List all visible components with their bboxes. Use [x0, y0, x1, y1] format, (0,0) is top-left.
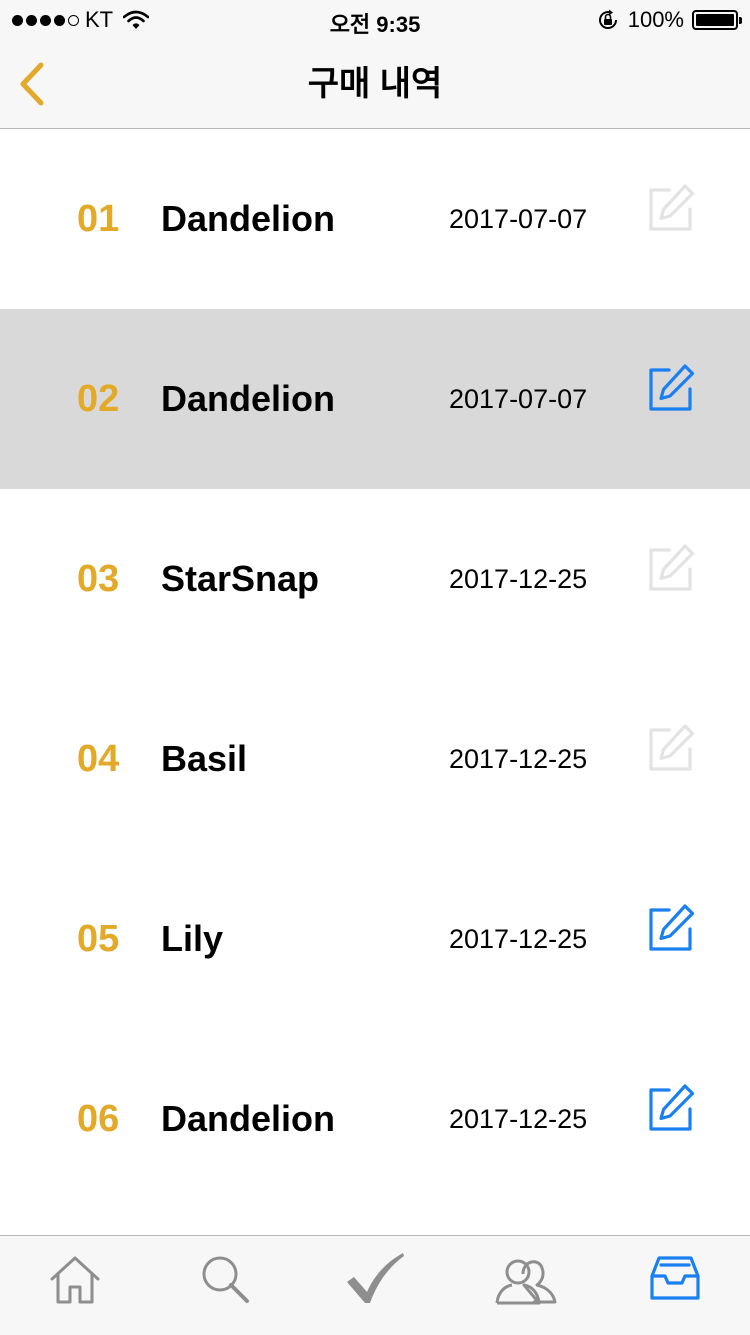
tab-home[interactable]	[45, 1250, 105, 1310]
purchase-row-01[interactable]: 01 Dandelion 2017-07-07	[0, 129, 750, 309]
purchase-number: 06	[77, 1098, 120, 1140]
purchase-row-06[interactable]: 06 Dandelion 2017-12-25	[0, 1029, 750, 1209]
rotation-lock-icon	[598, 9, 617, 29]
purchase-row-02[interactable]: 02 Dandelion 2017-07-07	[0, 309, 750, 489]
purchase-name: Dandelion	[161, 378, 336, 419]
purchase-name: Dandelion	[161, 1098, 336, 1139]
battery-percent: 100%	[627, 7, 684, 32]
checkmark-icon	[347, 1253, 404, 1303]
tab-people[interactable]	[493, 1250, 557, 1310]
page-title: 구매 내역	[307, 65, 443, 103]
battery-icon	[692, 10, 742, 30]
edit-review-button[interactable]	[645, 723, 697, 775]
purchase-name: StarSnap	[161, 558, 320, 599]
status-right: 100%	[596, 7, 742, 33]
purchase-number: 02	[77, 378, 120, 420]
tab-search[interactable]	[195, 1250, 255, 1310]
purchase-row-05[interactable]: 05 Lily 2017-12-25	[0, 849, 750, 1029]
edit-review-button[interactable]	[645, 543, 697, 595]
edit-icon	[649, 184, 695, 231]
navigation-bar: 구매 내역	[0, 40, 750, 129]
edit-review-button[interactable]	[645, 1083, 697, 1135]
purchase-date: 2017-07-07	[449, 204, 588, 234]
tab-bar	[0, 1235, 750, 1335]
purchase-number: 01	[77, 198, 120, 240]
tab-inbox[interactable]	[645, 1250, 705, 1310]
edit-review-button[interactable]	[645, 903, 697, 955]
search-icon	[202, 1256, 249, 1303]
edit-icon	[649, 1084, 695, 1131]
edit-icon	[649, 364, 695, 411]
edit-icon	[649, 904, 695, 951]
purchase-name: Basil	[161, 738, 248, 779]
purchase-date: 2017-12-25	[449, 564, 588, 594]
inbox-icon	[650, 1256, 700, 1300]
edit-icon	[649, 544, 695, 591]
purchase-name: Lily	[161, 918, 224, 959]
purchase-date: 2017-12-25	[449, 924, 588, 954]
home-icon	[50, 1256, 100, 1304]
purchase-list: 01 Dandelion 2017-07-07 02 Dandelion 201…	[0, 129, 750, 1209]
purchase-date: 2017-12-25	[449, 744, 588, 774]
purchase-date: 2017-07-07	[449, 384, 588, 414]
status-bar: KT 오전 9:35 100%	[0, 0, 750, 40]
purchase-date: 2017-12-25	[449, 1104, 588, 1134]
edit-review-button[interactable]	[645, 363, 697, 415]
purchase-row-04[interactable]: 04 Basil 2017-12-25	[0, 669, 750, 849]
purchase-number: 05	[77, 918, 120, 960]
purchase-row-03[interactable]: 03 StarSnap 2017-12-25	[0, 489, 750, 669]
edit-review-button[interactable]	[645, 183, 697, 235]
people-icon	[495, 1259, 557, 1305]
tab-check[interactable]	[345, 1250, 405, 1310]
purchase-number: 04	[77, 738, 120, 780]
purchase-number: 03	[77, 558, 120, 600]
edit-icon	[649, 724, 695, 771]
purchase-name: Dandelion	[161, 198, 336, 239]
